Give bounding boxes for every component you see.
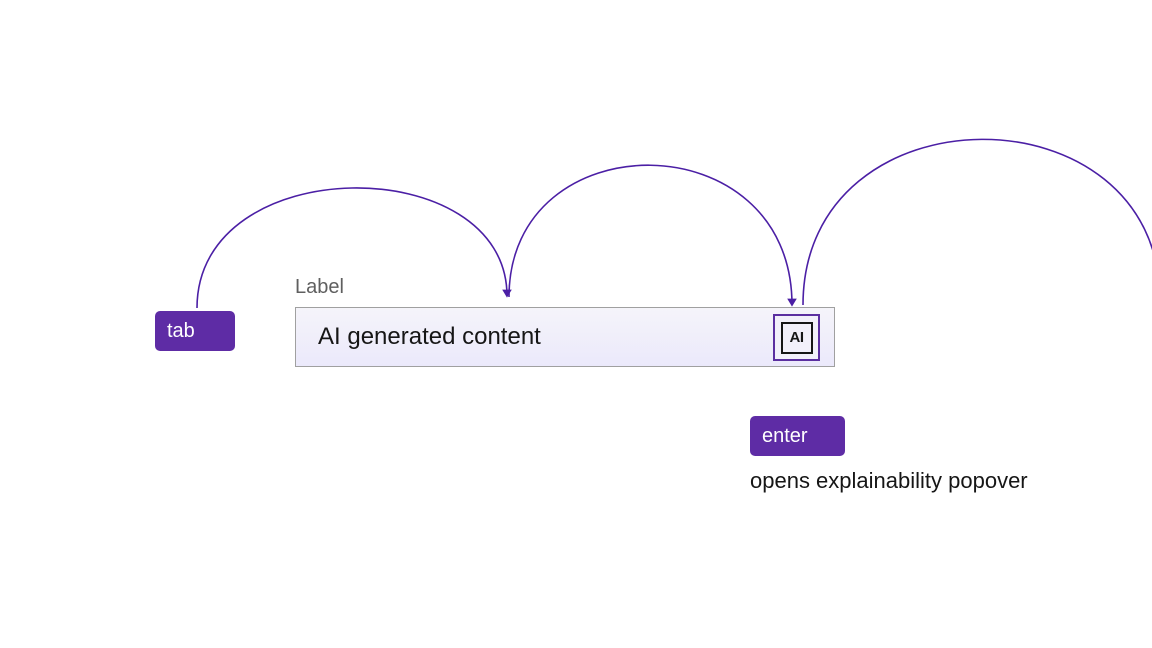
- tab-key-label: tab: [167, 320, 195, 343]
- ai-icon: AI: [781, 322, 813, 354]
- arc-icon-to-next: [803, 139, 1152, 305]
- enter-key-label: enter: [762, 425, 808, 448]
- arc-field-to-icon: [509, 165, 792, 305]
- ai-icon-label: AI: [790, 329, 804, 346]
- ai-generated-field[interactable]: AI generated content: [295, 307, 835, 367]
- diagram-canvas: tab Label AI generated content AI enter …: [0, 0, 1152, 648]
- tab-key-badge: tab: [155, 311, 235, 351]
- enter-key-caption: opens explainability popover: [750, 468, 1028, 494]
- ai-generated-content-text: AI generated content: [318, 323, 834, 351]
- ai-explainability-button[interactable]: AI: [773, 314, 820, 361]
- field-label: Label: [295, 276, 344, 299]
- enter-key-badge: enter: [750, 416, 845, 456]
- arc-tab-to-field: [197, 188, 507, 308]
